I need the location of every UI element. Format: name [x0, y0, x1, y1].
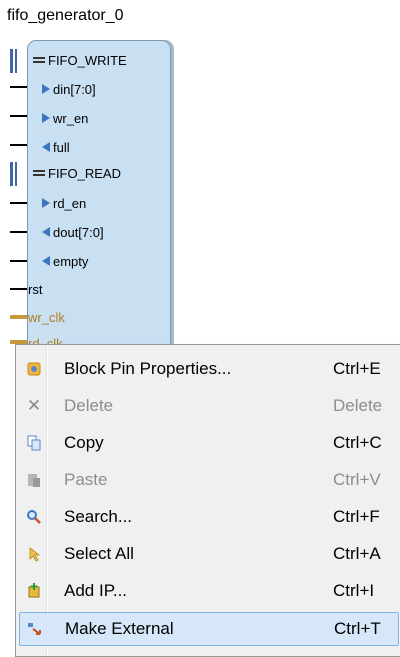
empty-label: empty	[53, 253, 89, 269]
menu-item-shortcut: Ctrl+I	[333, 581, 375, 600]
full-label: full	[53, 139, 70, 155]
fifo-read-bus-pin[interactable]	[10, 162, 17, 186]
menu-item-label: Copy	[64, 433, 104, 452]
menu-item-copy[interactable]: Copy Ctrl+C	[19, 427, 399, 459]
paste-icon	[25, 471, 43, 489]
output-arrow-icon	[42, 256, 50, 266]
output-arrow-icon	[42, 227, 50, 237]
full-pin[interactable]	[10, 144, 27, 146]
empty-port[interactable]: empty	[42, 249, 88, 273]
menu-item-make-external[interactable]: Make External Ctrl+T	[19, 612, 399, 646]
select-all-icon	[25, 545, 43, 563]
rst-port[interactable]: rst	[28, 277, 42, 301]
fifo-read-interface[interactable]: FIFO_READ	[33, 161, 121, 185]
dout-label: dout[7:0]	[53, 224, 104, 240]
menu-item-label: Search...	[64, 507, 133, 526]
menu-item-label: Select All	[64, 544, 134, 563]
menu-item-label: Delete	[64, 396, 114, 415]
empty-pin[interactable]	[10, 260, 27, 262]
wr-clk-pin[interactable]	[10, 315, 27, 319]
context-menu: Block Pin Properties... Ctrl+E ✕ Delete …	[15, 344, 400, 657]
full-port[interactable]: full	[42, 135, 70, 159]
menu-item-shortcut: Ctrl+T	[334, 619, 381, 638]
add-ip-icon	[25, 582, 43, 600]
menu-item-delete[interactable]: ✕ Delete Delete	[19, 390, 399, 422]
wr-clk-port[interactable]: wr_clk	[28, 305, 65, 329]
menu-item-add-ip[interactable]: Add IP... Ctrl+I	[19, 575, 399, 607]
rd-en-pin[interactable]	[10, 202, 27, 204]
delete-icon: ✕	[26, 396, 42, 415]
wr-en-pin[interactable]	[10, 115, 27, 117]
menu-item-label: Paste	[64, 470, 108, 489]
make-external-icon	[26, 620, 44, 638]
menu-item-label: Add IP...	[64, 581, 128, 600]
menu-item-shortcut: Ctrl+V	[333, 470, 381, 489]
block-title: fifo_generator_0	[7, 7, 124, 24]
input-arrow-icon	[42, 84, 50, 94]
dout-pin[interactable]	[10, 231, 27, 233]
menu-item-select-all[interactable]: Select All Ctrl+A	[19, 538, 399, 570]
menu-item-shortcut: Ctrl+F	[333, 507, 380, 526]
menu-item-shortcut: Ctrl+C	[333, 433, 382, 452]
din-pin[interactable]	[10, 86, 27, 88]
din-label: din[7:0]	[53, 81, 96, 97]
fifo-generator-block[interactable]: FIFO_WRITE din[7:0] wr_en full FIFO_READ…	[27, 40, 171, 362]
rst-label: rst	[28, 281, 43, 297]
menu-item-label: Block Pin Properties...	[64, 359, 232, 378]
fifo-write-bus-pin[interactable]	[10, 49, 17, 73]
wr-clk-label: wr_clk	[28, 309, 65, 325]
fifo-write-label: FIFO_WRITE	[48, 52, 127, 68]
fifo-read-label: FIFO_READ	[48, 165, 121, 181]
menu-item-label: Make External	[65, 619, 174, 638]
output-arrow-icon	[42, 142, 50, 152]
rd-en-label: rd_en	[53, 195, 87, 211]
collapse-icon[interactable]	[33, 57, 45, 63]
menu-item-shortcut: Ctrl+E	[333, 359, 381, 378]
search-icon	[25, 508, 43, 526]
wr-en-port[interactable]: wr_en	[42, 106, 88, 130]
fifo-write-interface[interactable]: FIFO_WRITE	[33, 48, 127, 72]
wr-en-label: wr_en	[53, 110, 89, 126]
menu-item-shortcut: Ctrl+A	[333, 544, 381, 563]
copy-icon	[25, 434, 43, 452]
menu-item-block-pin-properties[interactable]: Block Pin Properties... Ctrl+E	[19, 353, 399, 385]
menu-item-shortcut: Delete	[333, 396, 383, 415]
rd-en-port[interactable]: rd_en	[42, 191, 86, 215]
menu-item-search[interactable]: Search... Ctrl+F	[19, 501, 399, 533]
rst-pin[interactable]	[10, 288, 27, 290]
dout-port[interactable]: dout[7:0]	[42, 220, 104, 244]
block-pin-properties-icon	[25, 360, 43, 378]
din-port[interactable]: din[7:0]	[42, 77, 96, 101]
menu-item-paste[interactable]: Paste Ctrl+V	[19, 464, 399, 496]
input-arrow-icon	[42, 198, 50, 208]
collapse-icon[interactable]	[33, 170, 45, 176]
input-arrow-icon	[42, 113, 50, 123]
